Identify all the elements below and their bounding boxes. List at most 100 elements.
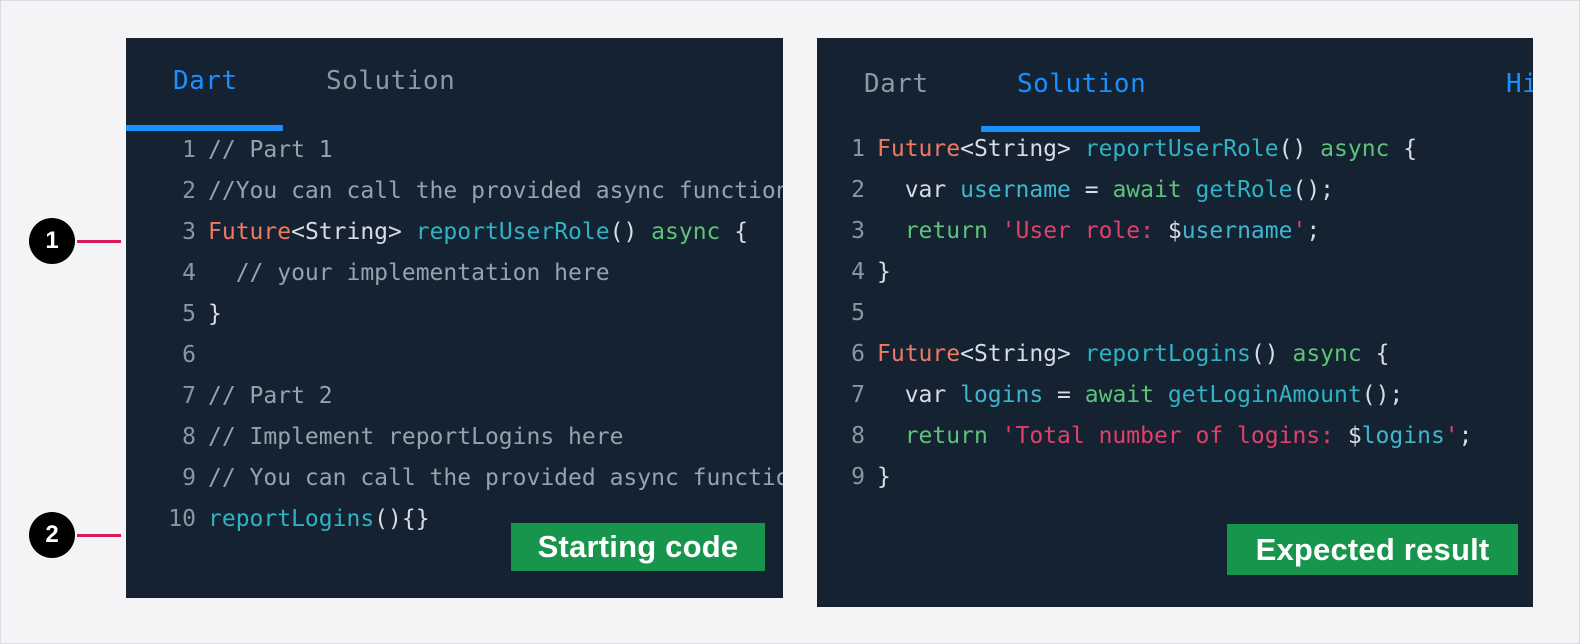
line-number: 4 — [182, 260, 196, 286]
code-line: 1 // Part 1 — [156, 130, 783, 171]
code-line: 6 Future<String> reportLogins() async { — [847, 334, 1533, 375]
code-token: // Part 1 — [208, 137, 333, 163]
line-number: 7 — [182, 383, 196, 409]
line-number: 8 — [851, 423, 865, 449]
code-line: 2 //You can call the provided async funct… — [156, 171, 783, 212]
left-code-area[interactable]: 1 // Part 1 2 //You can call the provided a… — [126, 130, 783, 540]
code-token: reportUserRole — [1084, 136, 1279, 162]
code-token: //You can call the provided async functi… — [208, 178, 783, 204]
code-token: } — [877, 464, 891, 490]
line-number: 4 — [851, 259, 865, 285]
code-token: Future — [208, 219, 292, 245]
code-token: { — [720, 219, 749, 245]
step-marker-1: 1 — [29, 218, 121, 264]
tab-dart-right[interactable]: Dart — [864, 69, 929, 99]
line-number: 6 — [851, 341, 865, 367]
code-line: 8 return 'Total number of logins: $login… — [847, 416, 1533, 457]
line-number: 1 — [851, 136, 865, 162]
code-token: getLoginAmount — [1167, 382, 1362, 408]
line-number: 2 — [182, 178, 196, 204]
code-line: 3 Future<String> reportUserRole() async { — [156, 212, 783, 253]
code-token: // Part 2 — [208, 383, 333, 409]
line-number: 8 — [182, 424, 196, 450]
code-token: <String> — [960, 341, 1071, 367]
code-token: Future — [877, 341, 961, 367]
expected-result-panel: Dart Solution Hi 1 Future<String> reportU… — [817, 38, 1533, 607]
step-marker-2: 2 — [29, 512, 121, 558]
tab-solution-right[interactable]: Solution — [1017, 69, 1146, 99]
tab-dart-left[interactable]: Dart — [173, 66, 238, 96]
starting-code-panel: Dart Solution 1 // Part 1 2 //You can call … — [126, 38, 783, 598]
code-token: reportUserRole — [415, 219, 610, 245]
tab-solution-left[interactable]: Solution — [326, 66, 455, 96]
code-token: $ — [1347, 423, 1362, 449]
code-token: { — [1361, 341, 1390, 367]
line-number: 1 — [182, 137, 196, 163]
code-token: ; — [1458, 423, 1473, 449]
line-number: 9 — [182, 465, 196, 491]
code-token: async — [1320, 136, 1390, 162]
code-token: () — [609, 219, 638, 245]
code-token: getRole — [1195, 177, 1293, 203]
line-number: 6 — [182, 342, 196, 368]
step-marker-1-number: 1 — [29, 218, 75, 264]
code-token: <String> — [960, 136, 1071, 162]
code-token: reportLogins — [208, 506, 375, 532]
right-panel-tabbar: Dart Solution Hi — [817, 38, 1533, 133]
code-token: await — [1084, 382, 1154, 408]
code-line: 6 — [156, 335, 783, 376]
code-line: 8 // Implement reportLogins here — [156, 417, 783, 458]
code-token: ' — [1444, 423, 1459, 449]
line-number: 7 — [851, 382, 865, 408]
code-token: (); — [1361, 382, 1404, 408]
code-line: 3 return 'User role: $username'; — [847, 211, 1533, 252]
code-token: = — [1043, 382, 1085, 408]
code-token: 'Total number of logins: — [1001, 423, 1348, 449]
code-token: = — [1070, 177, 1113, 203]
code-token: reportLogins — [1084, 341, 1251, 367]
left-panel-tabbar: Dart Solution — [126, 38, 783, 133]
code-token: var — [904, 177, 947, 203]
code-line: 5 — [847, 293, 1533, 334]
line-number: 3 — [851, 218, 865, 244]
code-token: (); — [1292, 177, 1335, 203]
code-token: await — [1112, 177, 1182, 203]
line-number: 9 — [851, 464, 865, 490]
code-line: 9 // You can call the provided async func… — [156, 458, 783, 499]
code-token: async — [651, 219, 721, 245]
code-token: logins — [1361, 423, 1445, 449]
starting-code-badge: Starting code — [511, 523, 765, 571]
code-token: // your implementation here — [208, 260, 610, 286]
code-token: () — [1250, 341, 1279, 367]
code-line: 9} — [847, 457, 1533, 498]
code-line: 1 Future<String> reportUserRole() async { — [847, 129, 1533, 170]
line-number: 3 — [182, 219, 196, 245]
line-number: 5 — [851, 300, 865, 326]
code-token: } — [208, 301, 222, 327]
code-token: // Implement reportLogins here — [208, 424, 624, 450]
code-line: 7 // Part 2 — [156, 376, 783, 417]
code-token: Future — [877, 136, 961, 162]
code-line: 4 // your implementation here — [156, 253, 783, 294]
code-line: 5} — [156, 294, 783, 335]
code-line: 7 var logins = await getLoginAmount(); — [847, 375, 1533, 416]
screenshot-stage: Dart Solution 1 // Part 1 2 //You can call … — [1, 1, 1579, 643]
code-token: var — [904, 382, 947, 408]
code-token: (){} — [374, 506, 430, 532]
tab-hint-right[interactable]: Hi — [1506, 69, 1533, 99]
code-token: username — [1181, 218, 1293, 244]
right-code-area[interactable]: 1 Future<String> reportUserRole() async {… — [817, 129, 1533, 498]
code-token: logins — [960, 382, 1044, 408]
